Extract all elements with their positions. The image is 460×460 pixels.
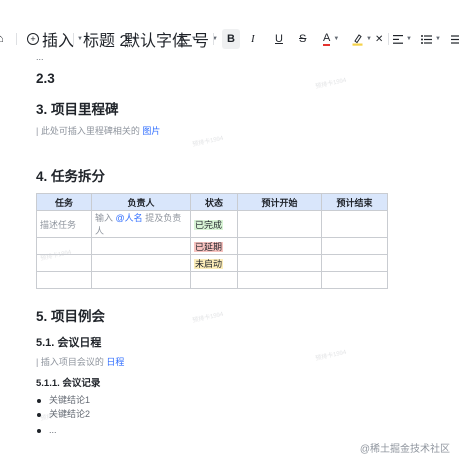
ordered-list-button[interactable]	[448, 29, 459, 49]
clear-format-icon: ✕	[375, 33, 384, 45]
start-cell[interactable]	[237, 271, 322, 289]
clear-format-button[interactable]: ✕	[375, 29, 383, 49]
toolbar-divider	[388, 33, 389, 45]
owner-cell[interactable]: 输入 @人名 提及负责人	[91, 210, 191, 238]
end-cell[interactable]	[321, 254, 388, 272]
status-cell[interactable]	[190, 271, 238, 289]
bullet-dot	[37, 399, 41, 403]
end-cell[interactable]	[321, 237, 388, 255]
task-cell[interactable]	[36, 254, 92, 272]
table-row	[36, 271, 388, 289]
bullet-dot	[37, 429, 41, 433]
milestone-hint-text: | 此处可插入里程碑相关的	[36, 126, 140, 136]
meeting-hint-text: | 插入项目会议的	[36, 357, 104, 367]
ordered-list-icon	[451, 34, 459, 44]
list-item: ...	[49, 425, 57, 435]
strikethrough-button[interactable]: S	[299, 29, 306, 49]
start-cell[interactable]	[237, 254, 322, 272]
bold-icon: B	[227, 33, 235, 45]
toolbar-divider	[213, 33, 214, 45]
owner-cell[interactable]	[91, 237, 191, 255]
column-header-task: 任务	[36, 193, 92, 211]
bold-button[interactable]: B	[222, 29, 240, 49]
table-row: 已延期	[36, 237, 388, 255]
owner-cell[interactable]	[91, 254, 191, 272]
status-tag-done: 已完成	[194, 219, 224, 230]
status-cell[interactable]: 已完成	[190, 210, 238, 238]
align-left-icon	[393, 34, 403, 44]
watermark: 预排卡1994	[315, 77, 347, 91]
list-item: 关键结论2	[49, 409, 91, 419]
column-header-status: 状态	[190, 193, 238, 211]
strikethrough-icon: S	[299, 33, 307, 45]
toolbar-divider	[16, 33, 17, 45]
caret-down-icon: ▼	[333, 36, 340, 42]
milestone-hint: | 此处可插入里程碑相关的 图片	[36, 124, 160, 137]
heading-label: 标题 2	[83, 33, 129, 50]
underline-button[interactable]: U	[275, 29, 283, 49]
heading-meeting-notes: 5.1.1. 会议记录	[36, 378, 101, 389]
table-row: 描述任务 输入 @人名 提及负责人 已完成	[36, 210, 388, 238]
task-cell[interactable]	[36, 237, 92, 255]
heading-project-meetings: 5. 项目例会	[36, 309, 106, 324]
italic-button[interactable]: I	[251, 29, 255, 49]
column-header-start: 预计开始	[237, 193, 322, 211]
heading-milestones: 3. 项目里程碑	[36, 102, 119, 117]
status-tag-delayed: 已延期	[194, 241, 224, 252]
font-color-icon: A	[323, 31, 331, 46]
bullet-list-icon	[421, 34, 432, 44]
highlight-button[interactable]: ▼	[352, 29, 372, 49]
meeting-link[interactable]: 日程	[106, 357, 124, 367]
bullet-dot	[37, 413, 41, 417]
milestone-link[interactable]: 图片	[142, 126, 160, 136]
end-cell[interactable]	[321, 271, 388, 289]
watermark: 预排卡1994	[192, 311, 224, 325]
meeting-hint: | 插入项目会议的 日程	[36, 355, 124, 368]
task-cell[interactable]	[36, 271, 92, 289]
font-size-label: 三号	[177, 33, 210, 50]
start-cell[interactable]	[237, 210, 322, 238]
table-row: 未启动	[36, 254, 388, 272]
status-cell[interactable]: 未启动	[190, 254, 238, 272]
plus-circle-icon: +	[27, 33, 39, 45]
watermark: 预排卡1994	[315, 349, 347, 363]
status-cell[interactable]: 已延期	[190, 237, 238, 255]
font-size-select[interactable]: 三号 ▼	[177, 29, 218, 50]
insert-button[interactable]: + 插入 ▼	[27, 29, 83, 50]
underline-icon: U	[275, 33, 283, 45]
align-button[interactable]: ▼	[393, 29, 412, 49]
table-header-row: 任务 负责人 状态 预计开始 预计结束	[36, 193, 388, 211]
heading-meeting-agenda: 5.1. 会议日程	[36, 337, 102, 349]
task-cell[interactable]: 描述任务	[36, 210, 92, 238]
heading-task-breakdown: 4. 任务拆分	[36, 169, 106, 184]
heading-2-3: 2.3	[36, 71, 55, 86]
watermark: 预排卡1994	[192, 135, 224, 149]
caret-down-icon: ▼	[435, 36, 441, 42]
highlighter-icon	[352, 33, 363, 46]
list-button[interactable]: ▼	[421, 29, 441, 49]
ellipsis-text: ...	[36, 52, 44, 62]
partial-icon[interactable]: ⌂	[0, 29, 4, 49]
caret-down-icon: ▼	[406, 36, 412, 42]
list-item: 关键结论1	[49, 395, 91, 405]
column-header-owner: 负责人	[91, 193, 191, 211]
task-table: 任务 负责人 状态 预计开始 预计结束 描述任务 输入 @人名 提及负责人 已完…	[36, 193, 388, 289]
column-header-end: 预计结束	[321, 193, 388, 211]
caret-down-icon: ▼	[366, 36, 372, 42]
mention-link[interactable]: @人名	[116, 213, 143, 223]
status-tag-notstarted: 未启动	[194, 258, 224, 269]
toolbar-divider	[73, 33, 74, 45]
owner-prefix: 输入	[95, 213, 114, 223]
footer-watermark: @稀土掘金技术社区	[359, 444, 450, 455]
italic-icon: I	[251, 33, 255, 45]
font-color-button[interactable]: A ▼	[323, 29, 339, 49]
owner-cell[interactable]	[91, 271, 191, 289]
end-cell[interactable]	[321, 210, 388, 238]
start-cell[interactable]	[237, 237, 322, 255]
insert-label: 插入	[42, 33, 75, 50]
